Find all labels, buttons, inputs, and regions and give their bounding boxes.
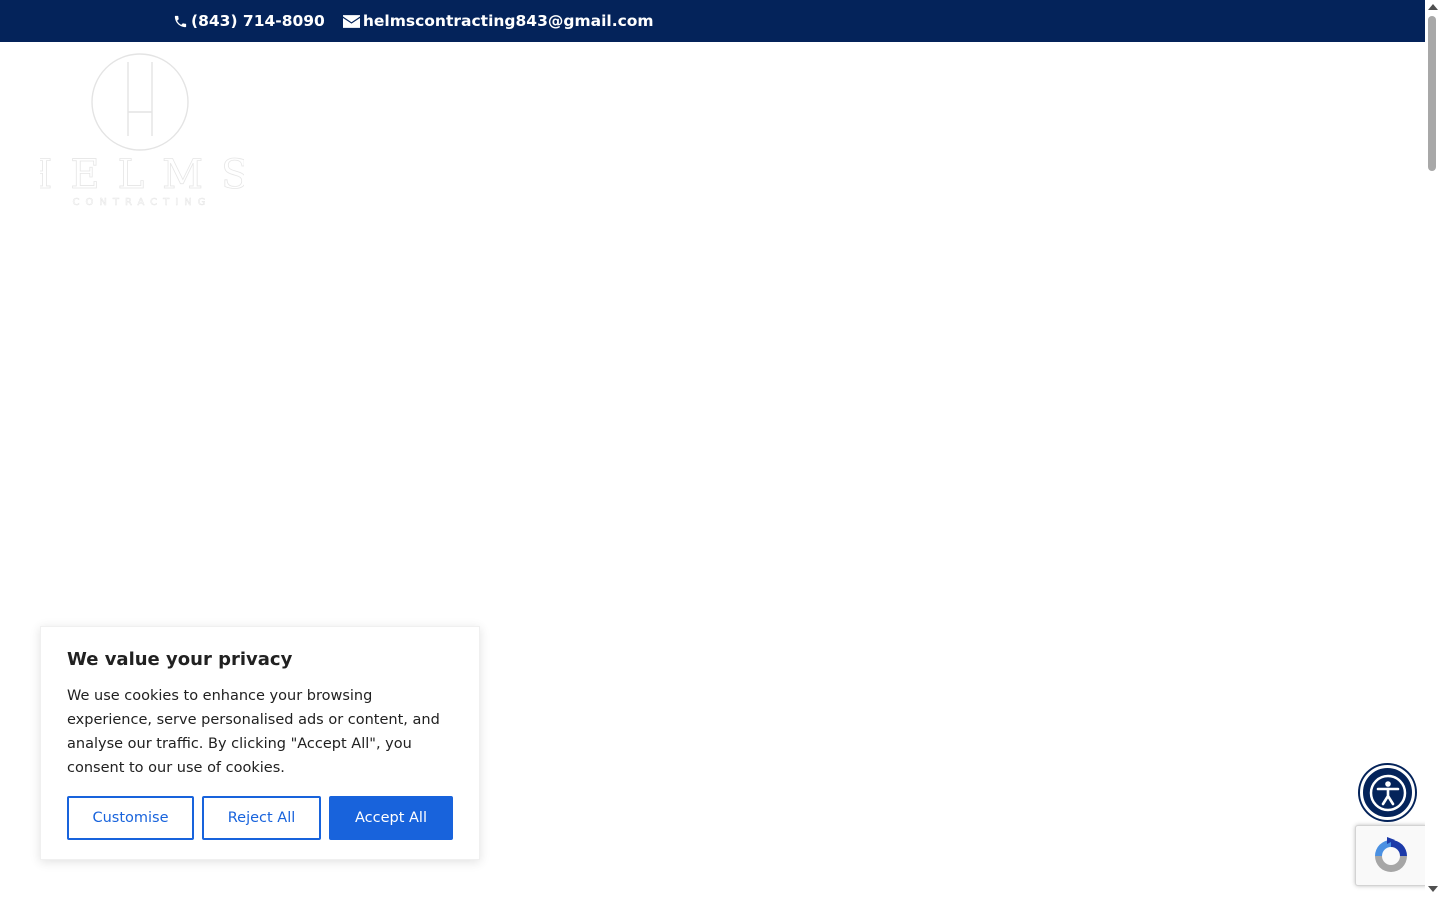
recaptcha-icon — [1375, 836, 1407, 872]
top-contact-bar: (843) 714-8090 helmscontracting843@gmail… — [0, 0, 1425, 42]
reject-all-button[interactable]: Reject All — [202, 796, 321, 840]
logo-tagline: CONTRACTING — [73, 197, 212, 208]
phone-link[interactable]: (843) 714-8090 — [173, 12, 325, 30]
logo-wordmark: HELMS — [40, 152, 244, 198]
accessibility-icon — [1369, 774, 1406, 811]
envelope-icon — [342, 14, 360, 28]
scrollbar-thumb[interactable] — [1428, 16, 1436, 171]
phone-icon — [174, 15, 187, 27]
cookie-description: We use cookies to enhance your browsing … — [67, 688, 440, 776]
recaptcha-badge[interactable] — [1355, 825, 1427, 886]
accessibility-widget-button[interactable] — [1360, 765, 1415, 820]
scroll-down-arrow[interactable] — [1428, 886, 1438, 892]
cookie-actions: Customise Reject All Accept All — [67, 796, 453, 840]
email-link[interactable]: helmscontracting843@gmail.com — [342, 12, 654, 30]
cookie-title: We value your privacy — [67, 649, 293, 670]
customise-button[interactable]: Customise — [67, 796, 194, 840]
accept-all-button[interactable]: Accept All — [329, 796, 453, 840]
cookie-consent-banner: We value your privacy We use cookies to … — [40, 626, 480, 860]
email-address: helmscontracting843@gmail.com — [362, 12, 654, 30]
phone-number: (843) 714-8090 — [191, 12, 325, 30]
site-logo[interactable]: HELMS CONTRACTING — [17, 50, 249, 210]
scroll-up-arrow[interactable] — [1428, 4, 1438, 10]
